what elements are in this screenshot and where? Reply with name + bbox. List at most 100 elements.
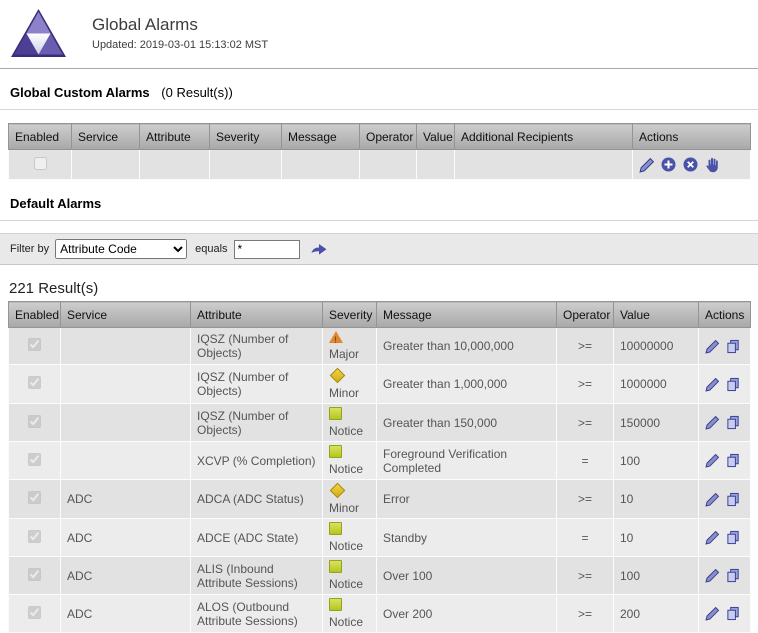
edit-button[interactable] xyxy=(705,415,720,430)
operator-cell: >= xyxy=(557,328,614,365)
value-cell: 10000000 xyxy=(614,328,699,365)
enabled-cell xyxy=(9,519,61,557)
value-cell xyxy=(417,150,455,180)
value-cell: 10 xyxy=(614,480,699,519)
copy-button[interactable] xyxy=(726,453,741,468)
attribute-cell: IQSZ (Number of Objects) xyxy=(191,365,323,404)
severity-icon xyxy=(329,598,342,611)
updated-timestamp: Updated: 2019-03-01 15:13:02 MST xyxy=(92,39,268,51)
col-message: Message xyxy=(282,124,360,150)
actions-cell xyxy=(699,595,751,633)
copy-button[interactable] xyxy=(726,492,741,507)
enabled-checkbox[interactable] xyxy=(28,606,41,619)
custom-alarms-heading: Global Custom Alarms (0 Result(s)) xyxy=(10,85,758,100)
severity-label: Notice xyxy=(329,424,370,438)
x-circle-icon xyxy=(683,157,698,172)
edit-button[interactable] xyxy=(705,339,720,354)
severity-cell: Major xyxy=(323,328,377,365)
copy-icon xyxy=(726,415,741,430)
filter-go-button[interactable] xyxy=(310,242,328,257)
actions-cell xyxy=(699,404,751,442)
add-button[interactable] xyxy=(661,157,676,172)
enabled-checkbox[interactable] xyxy=(28,491,41,504)
table-row: ADC ALOS (Outbound Attribute Sessions) N… xyxy=(9,595,751,633)
enabled-checkbox[interactable] xyxy=(28,376,41,389)
copy-icon xyxy=(726,339,741,354)
message-cell: Greater than 150,000 xyxy=(377,404,557,442)
severity-icon xyxy=(329,560,342,573)
value-cell: 150000 xyxy=(614,404,699,442)
copy-icon xyxy=(726,606,741,621)
col-attribute: Attribute xyxy=(140,124,210,150)
edit-button[interactable] xyxy=(705,530,720,545)
severity-cell: Notice xyxy=(323,404,377,442)
edit-button[interactable] xyxy=(705,453,720,468)
copy-button[interactable] xyxy=(726,415,741,430)
severity-cell: Notice xyxy=(323,442,377,480)
operator-cell: >= xyxy=(557,404,614,442)
severity-label: Notice xyxy=(329,615,370,629)
operator-cell: >= xyxy=(557,480,614,519)
enabled-checkbox[interactable] xyxy=(28,568,41,581)
operator-cell: = xyxy=(557,519,614,557)
edit-button[interactable] xyxy=(639,157,655,173)
severity-icon xyxy=(330,483,346,499)
col-enabled: Enabled xyxy=(9,302,61,328)
copy-button[interactable] xyxy=(726,377,741,392)
filter-value-input[interactable] xyxy=(234,240,300,259)
enabled-checkbox[interactable] xyxy=(28,530,41,543)
edit-button[interactable] xyxy=(705,568,720,583)
attribute-cell: ADCE (ADC State) xyxy=(191,519,323,557)
remove-button[interactable] xyxy=(683,157,698,172)
filter-attribute-select[interactable]: Attribute Code xyxy=(55,239,187,259)
copy-button[interactable] xyxy=(726,339,741,354)
copy-icon xyxy=(726,453,741,468)
edit-button[interactable] xyxy=(705,492,720,507)
col-actions: Actions xyxy=(633,124,751,150)
col-severity: Severity xyxy=(210,124,282,150)
enabled-checkbox[interactable] xyxy=(28,453,41,466)
severity-label: Minor xyxy=(329,501,370,515)
service-cell xyxy=(61,442,191,480)
apply-button[interactable] xyxy=(704,157,720,173)
header-divider xyxy=(0,68,758,69)
actions-cell xyxy=(699,328,751,365)
col-operator: Operator xyxy=(360,124,417,150)
col-actions: Actions xyxy=(699,302,751,328)
operator-cell xyxy=(360,150,417,180)
copy-button[interactable] xyxy=(726,606,741,621)
actions-cell xyxy=(699,365,751,404)
custom-alarms-table: Enabled Service Attribute Severity Messa… xyxy=(8,123,751,180)
edit-button[interactable] xyxy=(705,606,720,621)
pencil-icon xyxy=(705,453,720,468)
enabled-checkbox[interactable] xyxy=(28,415,41,428)
col-service: Service xyxy=(72,124,140,150)
service-cell: ADC xyxy=(61,480,191,519)
copy-button[interactable] xyxy=(726,530,741,545)
pencil-icon xyxy=(705,492,720,507)
value-cell: 100 xyxy=(614,442,699,480)
enabled-checkbox[interactable] xyxy=(34,157,47,170)
severity-icon xyxy=(329,522,342,535)
table-row xyxy=(9,150,751,180)
actions-cell xyxy=(699,480,751,519)
custom-alarms-title: Global Custom Alarms xyxy=(10,85,150,100)
message-cell: Greater than 1,000,000 xyxy=(377,365,557,404)
table-header-row: Enabled Service Attribute Severity Messa… xyxy=(9,302,751,328)
triangle-logo-icon xyxy=(10,8,67,58)
table-row: IQSZ (Number of Objects) Notice Greater … xyxy=(9,404,751,442)
enabled-cell xyxy=(9,328,61,365)
service-cell: ADC xyxy=(61,557,191,595)
severity-cell: Minor xyxy=(323,480,377,519)
service-cell: ADC xyxy=(61,595,191,633)
enabled-checkbox[interactable] xyxy=(28,338,41,351)
attribute-cell: ADCA (ADC Status) xyxy=(191,480,323,519)
operator-cell: >= xyxy=(557,365,614,404)
severity-label: Major xyxy=(329,347,370,361)
severity-cell: Notice xyxy=(323,557,377,595)
operator-cell: >= xyxy=(557,595,614,633)
edit-button[interactable] xyxy=(705,377,720,392)
copy-button[interactable] xyxy=(726,568,741,583)
enabled-cell xyxy=(9,365,61,404)
pencil-icon xyxy=(705,606,720,621)
